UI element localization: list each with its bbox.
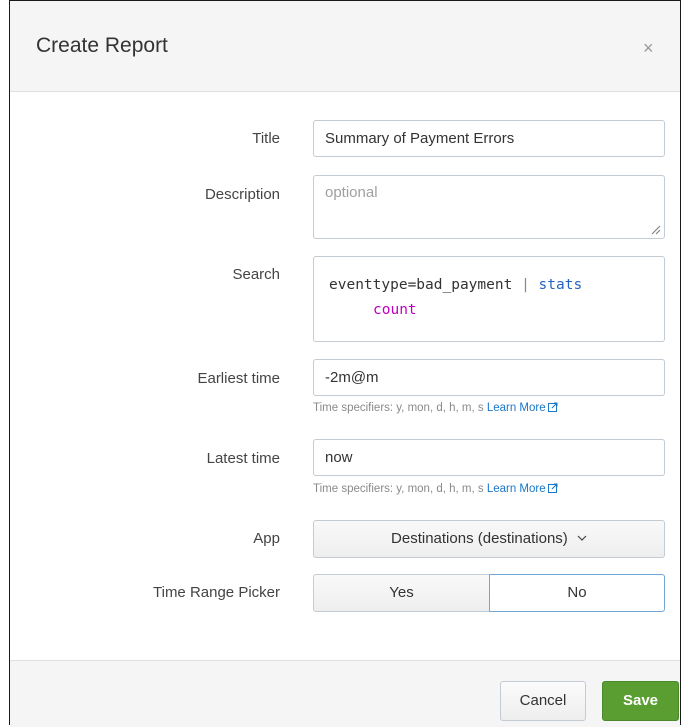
- latest-time-input[interactable]: now: [313, 439, 665, 476]
- time-range-picker-no[interactable]: No: [489, 574, 665, 612]
- search-line-1: eventtype=bad_payment | stats: [329, 273, 664, 298]
- earliest-time-label: Earliest time: [197, 370, 280, 387]
- cancel-button[interactable]: Cancel: [500, 681, 586, 721]
- external-link-icon: [547, 483, 558, 493]
- app-label: App: [253, 530, 280, 547]
- app-selected-value: Destinations (destinations): [391, 530, 568, 547]
- search-editor[interactable]: eventtype=bad_payment | stats count: [313, 256, 665, 342]
- earliest-time-input[interactable]: -2m@m: [313, 359, 665, 396]
- latest-time-learn-more-link[interactable]: Learn More: [487, 483, 558, 495]
- time-range-picker-label: Time Range Picker: [153, 584, 280, 601]
- dialog-title: Create Report: [36, 34, 168, 57]
- earliest-time-learn-more-link[interactable]: Learn More: [487, 402, 558, 414]
- app-dropdown[interactable]: Destinations (destinations): [313, 520, 665, 558]
- search-query-field: eventtype=bad_payment: [329, 277, 513, 293]
- latest-time-learn-more-label: Learn More: [486, 483, 546, 495]
- description-textarea[interactable]: optional: [313, 175, 665, 239]
- time-range-picker-toggle: Yes No: [313, 574, 665, 612]
- title-label: Title: [252, 130, 280, 147]
- earliest-time-learn-more-label: Learn More: [486, 402, 546, 414]
- search-function: count: [373, 302, 417, 318]
- latest-time-help-text: Time specifiers: y, mon, d, h, m, s: [313, 483, 484, 495]
- search-label: Search: [232, 266, 280, 283]
- search-command: stats: [538, 277, 583, 293]
- search-line-2: count: [329, 298, 664, 323]
- close-icon[interactable]: ×: [643, 39, 654, 57]
- create-report-dialog: Create Report × Title Summary of Payment…: [9, 0, 681, 727]
- earliest-time-help-text: Time specifiers: y, mon, d, h, m, s: [313, 402, 484, 414]
- time-range-picker-yes[interactable]: Yes: [313, 574, 490, 612]
- save-button[interactable]: Save: [602, 681, 679, 721]
- resize-handle-icon[interactable]: [651, 225, 661, 235]
- chevron-down-icon: [577, 535, 587, 541]
- latest-time-help: Time specifiers: y, mon, d, h, m, s Lear…: [313, 483, 558, 495]
- description-label: Description: [204, 186, 280, 203]
- title-input[interactable]: Summary of Payment Errors: [313, 120, 665, 157]
- dialog-header: Create Report ×: [10, 1, 680, 92]
- latest-time-label: Latest time: [206, 450, 280, 467]
- dialog-footer: Cancel Save: [10, 660, 680, 727]
- earliest-time-help: Time specifiers: y, mon, d, h, m, s Lear…: [313, 402, 558, 414]
- search-pipe: |: [521, 277, 530, 293]
- description-placeholder: optional: [325, 184, 378, 201]
- external-link-icon: [547, 402, 558, 412]
